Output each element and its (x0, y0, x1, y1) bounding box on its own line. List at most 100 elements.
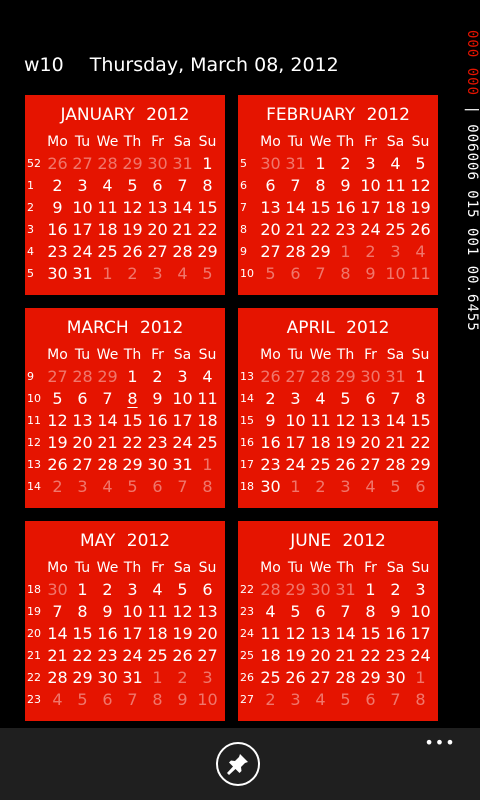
day-cell: 1 (152, 668, 163, 687)
day-cell: 7 (127, 690, 138, 709)
day-cell: 1 (77, 580, 88, 599)
weekday-header: Fr (151, 560, 164, 576)
day-cell: 3 (290, 389, 301, 408)
day-cell: 23 (260, 455, 281, 474)
day-cell: 7 (177, 176, 188, 195)
day-cell: 21 (335, 646, 356, 665)
day-cell: 31 (285, 154, 306, 173)
weekday-header: Fr (151, 134, 164, 150)
day-cell: 16 (147, 411, 168, 430)
day-cell: 11 (147, 602, 168, 621)
weekday-header: Tu (287, 347, 304, 363)
week-number-cell: 22 (27, 671, 41, 684)
week-number-cell: 16 (240, 436, 254, 449)
day-cell: 24 (285, 455, 306, 474)
week-number-cell: 19 (27, 605, 41, 618)
month-june[interactable]: JUNE 2012 Mo Tu We Th Fr Sa Su 22 28 29 30 31 1 2 3 23 4 5… (238, 521, 438, 721)
week-number-cell: 27 (240, 693, 254, 706)
day-cell: 13 (360, 411, 381, 430)
weekday-header: Th (336, 347, 355, 363)
day-cell: 19 (47, 433, 68, 452)
day-cell: 7 (340, 602, 351, 621)
more-options-button[interactable]: ••• (420, 730, 460, 756)
day-cell: 18 (385, 198, 406, 217)
weekday-header: We (309, 134, 332, 150)
day-cell: 27 (285, 367, 306, 386)
day-cell: 4 (265, 602, 276, 621)
day-cell: 15 (197, 198, 218, 217)
weekday-header: Sa (173, 134, 192, 150)
week-number-cell: 7 (240, 201, 247, 214)
month-title: JUNE 2012 (290, 531, 386, 551)
day-cell: 9 (265, 411, 276, 430)
day-cell: 1 (365, 580, 376, 599)
day-cell: 30 (385, 668, 406, 687)
day-cell: 3 (340, 477, 351, 496)
day-cell: 19 (335, 433, 356, 452)
day-cell: 15 (360, 624, 381, 643)
day-cell: 7 (290, 176, 301, 195)
weekday-header: Mo (260, 560, 281, 576)
weekday-header: Th (336, 134, 355, 150)
day-cell: 24 (172, 433, 193, 452)
day-cell: 11 (410, 264, 431, 283)
day-cell: 17 (122, 624, 143, 643)
day-cell: 26 (410, 220, 431, 239)
month-may[interactable]: MAY 2012 Mo Tu We Th Fr Sa Su 18 30 1 2 3 4 5 6 19 7 8 9 10 1… (25, 521, 225, 721)
week-number-cell: 13 (240, 370, 254, 383)
weekday-header: Tu (74, 347, 91, 363)
day-cell: 28 (285, 242, 306, 261)
day-cell: 24 (72, 242, 93, 261)
pin-button[interactable] (216, 742, 260, 786)
week-number-cell: 8 (240, 223, 247, 236)
weekday-header: Sa (386, 347, 405, 363)
day-cell: 29 (285, 580, 306, 599)
day-cell: 30 (360, 367, 381, 386)
day-cell: 7 (390, 389, 401, 408)
day-cell: 13 (260, 198, 281, 217)
day-cell: 13 (310, 624, 331, 643)
month-march[interactable]: MARCH 2012 Mo Tu We Th Fr Sa Su 9 27 28 29 1 2 3 4 10 5 6 7… (25, 308, 225, 508)
day-cell: 21 (285, 220, 306, 239)
day-cell: 31 (172, 455, 193, 474)
day-cell: 4 (390, 154, 401, 173)
weekday-header: Su (198, 560, 217, 576)
day-cell: 30 (147, 154, 168, 173)
day-cell: 17 (285, 433, 306, 452)
month-january[interactable]: JANUARY 2012 Mo Tu We Th Fr Sa Su 52 26 27 28 29 30 31… (25, 95, 225, 295)
day-cell: 15 (410, 411, 431, 430)
day-cell: 20 (197, 624, 218, 643)
weekday-header: Su (411, 560, 430, 576)
day-cell: 31 (122, 668, 143, 687)
day-cell: 15 (72, 624, 93, 643)
day-cell: 6 (415, 477, 426, 496)
day-cell: 12 (285, 624, 306, 643)
weekday-header: Sa (386, 560, 405, 576)
day-cell: 10 (197, 690, 218, 709)
signal-indicator: 000 000 (464, 30, 480, 97)
month-title: MAY 2012 (79, 531, 171, 551)
weekday-header: We (309, 347, 332, 363)
day-cell: 11 (197, 389, 218, 408)
day-cell: 29 (122, 455, 143, 474)
day-cell: 29 (410, 455, 431, 474)
day-cell: 14 (97, 411, 118, 430)
day-cell: 19 (285, 646, 306, 665)
week-number-cell: 18 (240, 480, 254, 493)
weekday-header: Sa (173, 560, 192, 576)
day-cell: 2 (102, 580, 113, 599)
month-april[interactable]: APRIL 2012 Mo Tu We Th Fr Sa Su 13 26 27 28 29 30 31 1 1… (238, 308, 438, 508)
week-number-cell: 1 (27, 179, 34, 192)
day-cell: 4 (315, 389, 326, 408)
day-cell: 13 (72, 411, 93, 430)
day-cell: 10 (385, 264, 406, 283)
day-cell: 2 (315, 477, 326, 496)
week-number-cell: 10 (27, 392, 41, 405)
day-cell: 21 (97, 433, 118, 452)
day-cell: 26 (47, 455, 68, 474)
day-cell: 15 (122, 411, 143, 430)
day-cell: 20 (360, 433, 381, 452)
month-february[interactable]: FEBRUARY 2012 Mo Tu We Th Fr Sa Su 5 30 31 1 2 3 4 5 6 6 7… (238, 95, 438, 295)
day-cell: 9 (152, 389, 163, 408)
day-cell: 7 (390, 690, 401, 709)
